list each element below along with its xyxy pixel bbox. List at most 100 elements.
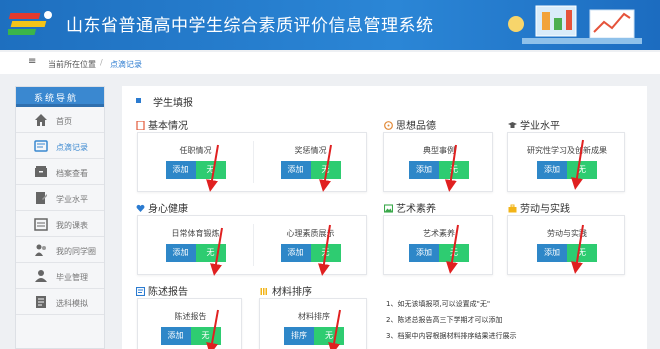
academic-icon [36,192,47,204]
breadcrumb-location-label: 当前所在位置 [48,60,96,69]
card-basic: 任职情况 添加 无 奖惩情况 添加 无 [137,132,367,192]
title-bullet [136,98,141,103]
item-health-sports: 日常体育锻炼 添加 无 [138,216,253,274]
item-labor: 劳动与实践 添加 无 [508,216,626,274]
sidebar-item-label: 学业水平 [56,195,88,204]
graduation-icon [35,270,47,282]
item-basic-position: 任职情况 添加 无 [138,133,253,191]
sidebar-item-schedule[interactable]: 我的课表 [16,211,104,237]
classmates-icon [35,244,46,256]
archive-icon [35,166,47,177]
card-health: 日常体育锻炼 添加 无 心理素质展示 添加 无 [137,215,367,275]
add-button[interactable]: 添加 [160,327,191,345]
sidebar-item-graduation[interactable]: 毕业管理 [16,263,104,289]
item-name: 材料排序 [298,312,330,321]
sidebar-item-label: 档案查看 [56,169,88,178]
sidebar-item-classmates[interactable]: 我的同学圈 [16,237,104,263]
section-title-art: 艺术素养 [384,200,436,215]
document-icon [136,121,145,130]
sidebar-item-home[interactable]: 首页 [16,107,104,133]
schedule-icon [34,218,48,231]
breadcrumb: ≡ 当前所在位置 / 点滴记录 [0,52,660,74]
section-title-moral: 思想品德 [384,117,436,132]
add-button[interactable]: 添加 [537,244,567,262]
none-button[interactable]: 无 [567,161,597,179]
breadcrumb-current-page[interactable]: 点滴记录 [110,59,142,70]
item-name: 艺术素养 [423,229,455,238]
add-button[interactable]: 添加 [409,244,439,262]
item-basic-rewards: 奖惩情况 添加 无 [253,133,368,191]
add-button[interactable]: 添加 [537,161,567,179]
heart-icon [136,204,145,212]
note-item: 1、如无该填报项,可以设置成"无" [386,300,491,308]
item-health-psychology: 心理素质展示 添加 无 [253,216,368,274]
home-icon [35,114,47,126]
note-item: 2、陈述总报告高三下学期才可以添加 [386,316,503,324]
section-title-academic: 学业水平 [508,117,560,132]
sidebar-item-records[interactable]: 点滴记录 [16,133,104,159]
none-button[interactable]: 无 [190,327,221,345]
add-button[interactable]: 添加 [165,244,196,262]
none-button[interactable]: 无 [195,161,226,179]
compass-icon [384,121,393,130]
page-title: 学生填报 [153,98,193,109]
none-button[interactable]: 无 [439,161,469,179]
none-button[interactable]: 无 [310,161,341,179]
card-statement: 陈述报告 添加 无 [137,298,242,349]
item-academic-research: 研究性学习及创新成果 添加 无 [508,133,626,191]
section-title-statement: 陈述报告 [136,283,188,298]
add-button[interactable]: 添加 [280,161,311,179]
graduation-cap-icon [508,122,517,128]
note-item: 3、档案中内容根据材料排序结果进行展示 [386,332,517,340]
section-title-basic: 基本情况 [136,117,188,132]
card-labor: 劳动与实践 添加 无 [507,215,625,275]
item-art: 艺术素养 添加 无 [384,216,494,274]
item-statement: 陈述报告 添加 无 [138,299,243,349]
card-material: 材料排序 排序 无 [259,298,367,349]
app-title: 山东省普通高中学生综合素质评价信息管理系统 [66,16,434,36]
add-button[interactable]: 添加 [409,161,439,179]
card-academic: 研究性学习及创新成果 添加 无 [507,132,625,192]
item-name: 劳动与实践 [547,229,587,238]
add-button[interactable]: 添加 [280,244,311,262]
item-name: 任职情况 [179,146,212,155]
logo-icon [8,11,52,35]
item-name: 日常体育锻炼 [171,229,220,238]
none-button[interactable]: 无 [195,244,226,262]
add-button[interactable]: 添加 [165,161,196,179]
report-icon [136,287,145,296]
sidebar-item-label: 我的课表 [56,221,88,230]
card-moral: 典型事例 添加 无 [383,132,493,192]
sidebar-title: 系统导航 [16,87,104,107]
section-title-health: 身心健康 [136,200,188,215]
sidebar: 系统导航 首页 点滴记录 档案查看 学业水平 我的课表 我的同学圈 毕业管理 选… [15,86,105,349]
image-icon [384,204,393,213]
menu-toggle-icon[interactable]: ≡ [28,57,36,67]
sidebar-item-label: 首页 [56,117,72,126]
sidebar-item-archive[interactable]: 档案查看 [16,159,104,185]
sort-button[interactable]: 排序 [284,327,314,345]
none-button[interactable]: 无 [314,327,344,345]
sidebar-item-course-select[interactable]: 选科模拟 [16,289,104,315]
item-name: 心理素质展示 [286,229,335,238]
drops-record-icon [34,140,48,152]
none-button[interactable]: 无 [310,244,341,262]
course-select-icon [36,296,46,308]
item-moral-example: 典型事例 添加 无 [384,133,494,191]
sidebar-item-label: 我的同学圈 [56,247,96,256]
notes-list: 1、如无该填报项,可以设置成"无" 2、陈述总报告高三下学期才可以添加 3、档案… [386,296,516,344]
item-material: 材料排序 排序 无 [260,299,368,349]
card-art: 艺术素养 添加 无 [383,215,493,275]
item-name: 奖惩情况 [294,146,327,155]
none-button[interactable]: 无 [439,244,469,262]
briefcase-icon [508,204,517,213]
sidebar-item-label: 点滴记录 [56,143,88,152]
breadcrumb-separator: / [100,58,103,67]
sidebar-item-label: 选科模拟 [56,299,88,308]
sidebar-item-academic[interactable]: 学业水平 [16,185,104,211]
sort-bars-icon [260,288,267,295]
header-illustration-icon [508,5,642,44]
section-title-labor: 劳动与实践 [508,200,570,215]
app-header: 山东省普通高中学生综合素质评价信息管理系统 [0,0,660,50]
none-button[interactable]: 无 [567,244,597,262]
